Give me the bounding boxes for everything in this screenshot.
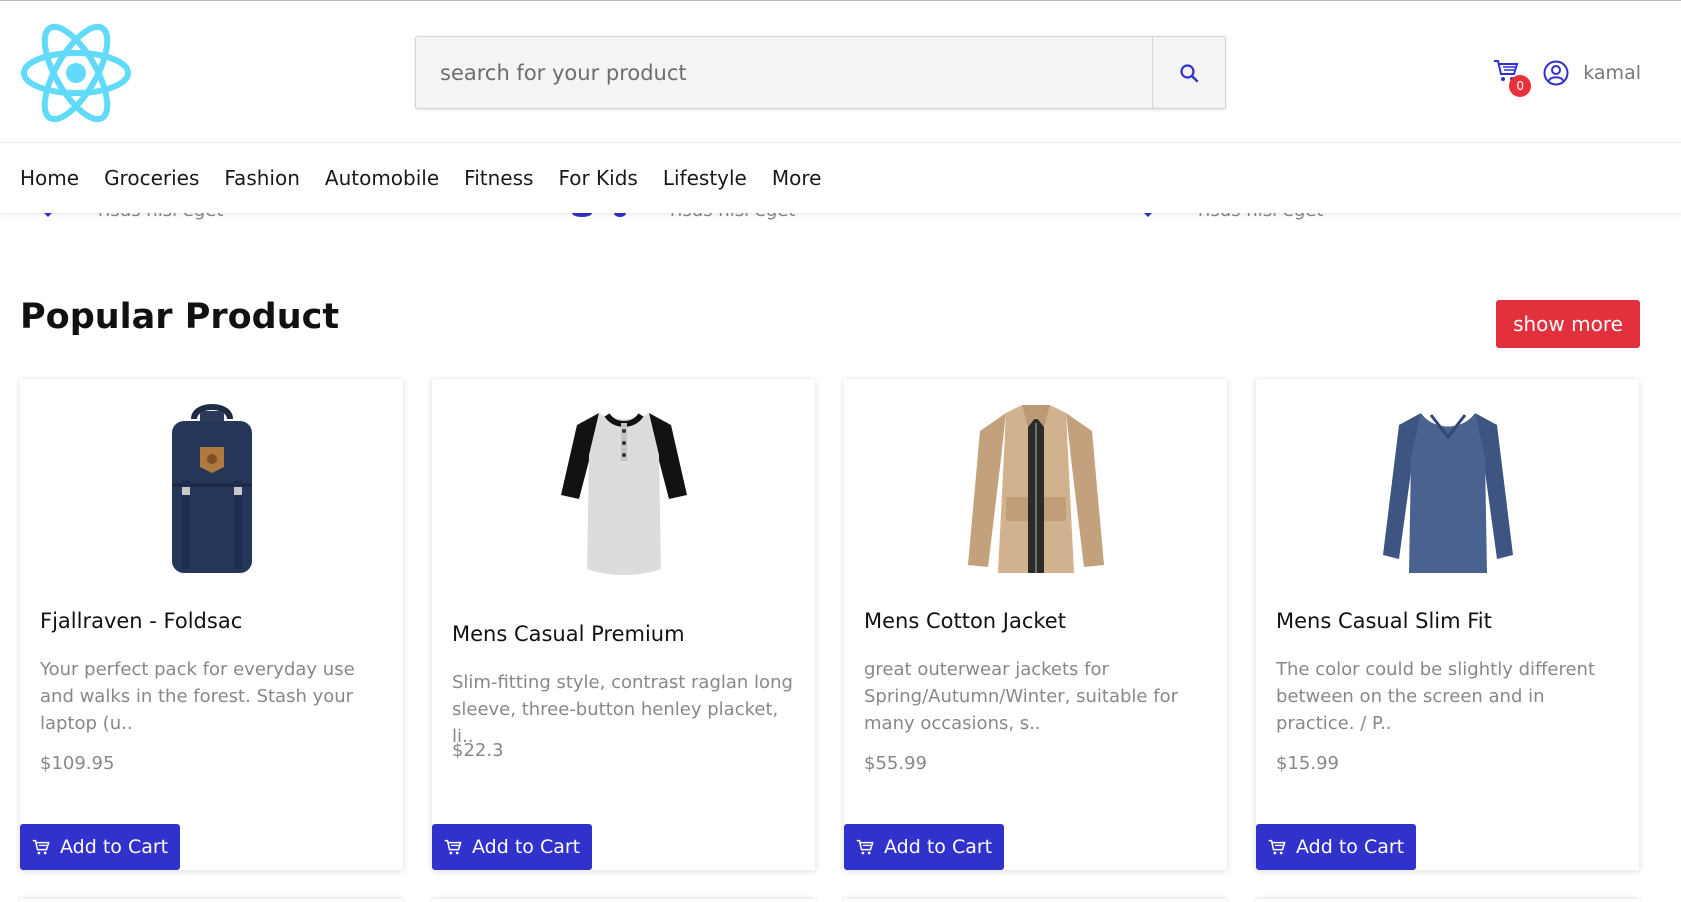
search-icon xyxy=(1180,63,1199,82)
product-image[interactable] xyxy=(432,397,815,577)
product-image[interactable] xyxy=(1256,397,1639,577)
product-image[interactable] xyxy=(844,397,1227,577)
search-input[interactable] xyxy=(416,37,1152,108)
product-price: $55.99 xyxy=(864,753,927,774)
nav-item-fitness[interactable]: Fitness xyxy=(464,166,533,190)
product-description: great outerwear jackets for Spring/Autum… xyxy=(864,659,1178,734)
product-title[interactable]: Mens Casual Slim Fit xyxy=(1276,609,1492,633)
cart-count-badge: 0 xyxy=(1509,75,1532,97)
product-card[interactable]: Mens Cotton Jacket great outerwear jacke… xyxy=(844,379,1227,870)
show-more-button[interactable]: show more xyxy=(1496,300,1640,348)
page: 0 kamal Home Groceries Fashion Automobil… xyxy=(0,0,1681,902)
add-to-cart-button[interactable]: Add to Cart xyxy=(844,824,1005,870)
nav-item-groceries[interactable]: Groceries xyxy=(104,166,199,190)
product-title[interactable]: Mens Casual Premium xyxy=(452,622,685,646)
user-icon[interactable] xyxy=(1543,60,1569,86)
backpack-image xyxy=(171,404,252,573)
nav-item-home[interactable]: Home xyxy=(20,166,79,190)
product-card[interactable]: Mens Casual Slim Fit The color could be … xyxy=(1256,379,1639,870)
product-price: $109.95 xyxy=(40,753,115,774)
main-nav: Home Groceries Fashion Automobile Fitnes… xyxy=(0,143,1681,213)
tshirt-image xyxy=(1382,413,1513,573)
add-to-cart-button[interactable]: Add to Cart xyxy=(20,824,181,870)
product-image[interactable] xyxy=(20,397,403,577)
cart-icon xyxy=(32,839,50,854)
search-bar xyxy=(415,36,1226,109)
cart-button[interactable]: 0 xyxy=(1493,59,1532,97)
cart-icon xyxy=(856,839,874,854)
product-card[interactable]: Mens Casual Premium Slim-fitting style, … xyxy=(432,379,815,870)
add-to-cart-label: Add to Cart xyxy=(472,836,581,858)
search-button[interactable] xyxy=(1152,37,1225,108)
add-to-cart-label: Add to Cart xyxy=(884,836,993,858)
product-description: Your perfect pack for everyday use and w… xyxy=(40,659,355,734)
product-price: $15.99 xyxy=(1276,753,1339,774)
section-title: Popular Product xyxy=(20,297,340,337)
cart-icon xyxy=(444,839,462,854)
add-to-cart-label: Add to Cart xyxy=(1296,836,1405,858)
product-title[interactable]: Mens Cotton Jacket xyxy=(864,609,1066,633)
add-to-cart-button[interactable]: Add to Cart xyxy=(1256,824,1417,870)
jacket-image xyxy=(967,405,1104,573)
shirt-image xyxy=(560,413,687,575)
product-grid: Fjallraven - Foldsac Your perfect pack f… xyxy=(20,379,1639,870)
react-logo[interactable] xyxy=(20,23,132,123)
product-card[interactable]: Fjallraven - Foldsac Your perfect pack f… xyxy=(20,379,403,870)
nav-item-more[interactable]: More xyxy=(772,166,822,190)
product-price: $22.3 xyxy=(452,740,504,761)
add-to-cart-label: Add to Cart xyxy=(60,836,169,858)
product-description: The color could be slightly different be… xyxy=(1276,659,1596,734)
nav-item-lifestyle[interactable]: Lifestyle xyxy=(663,166,747,190)
user-name[interactable]: kamal xyxy=(1583,62,1641,84)
header: 0 kamal xyxy=(0,1,1681,143)
nav-item-automobile[interactable]: Automobile xyxy=(325,166,439,190)
product-title[interactable]: Fjallraven - Foldsac xyxy=(40,609,242,633)
nav-item-for-kids[interactable]: For Kids xyxy=(558,166,637,190)
cart-icon xyxy=(1268,839,1286,854)
nav-item-fashion[interactable]: Fashion xyxy=(224,166,300,190)
product-description: Slim-fitting style, contrast raglan long… xyxy=(452,672,793,747)
add-to-cart-button[interactable]: Add to Cart xyxy=(432,824,593,870)
user-area: 0 kamal xyxy=(1493,57,1641,97)
